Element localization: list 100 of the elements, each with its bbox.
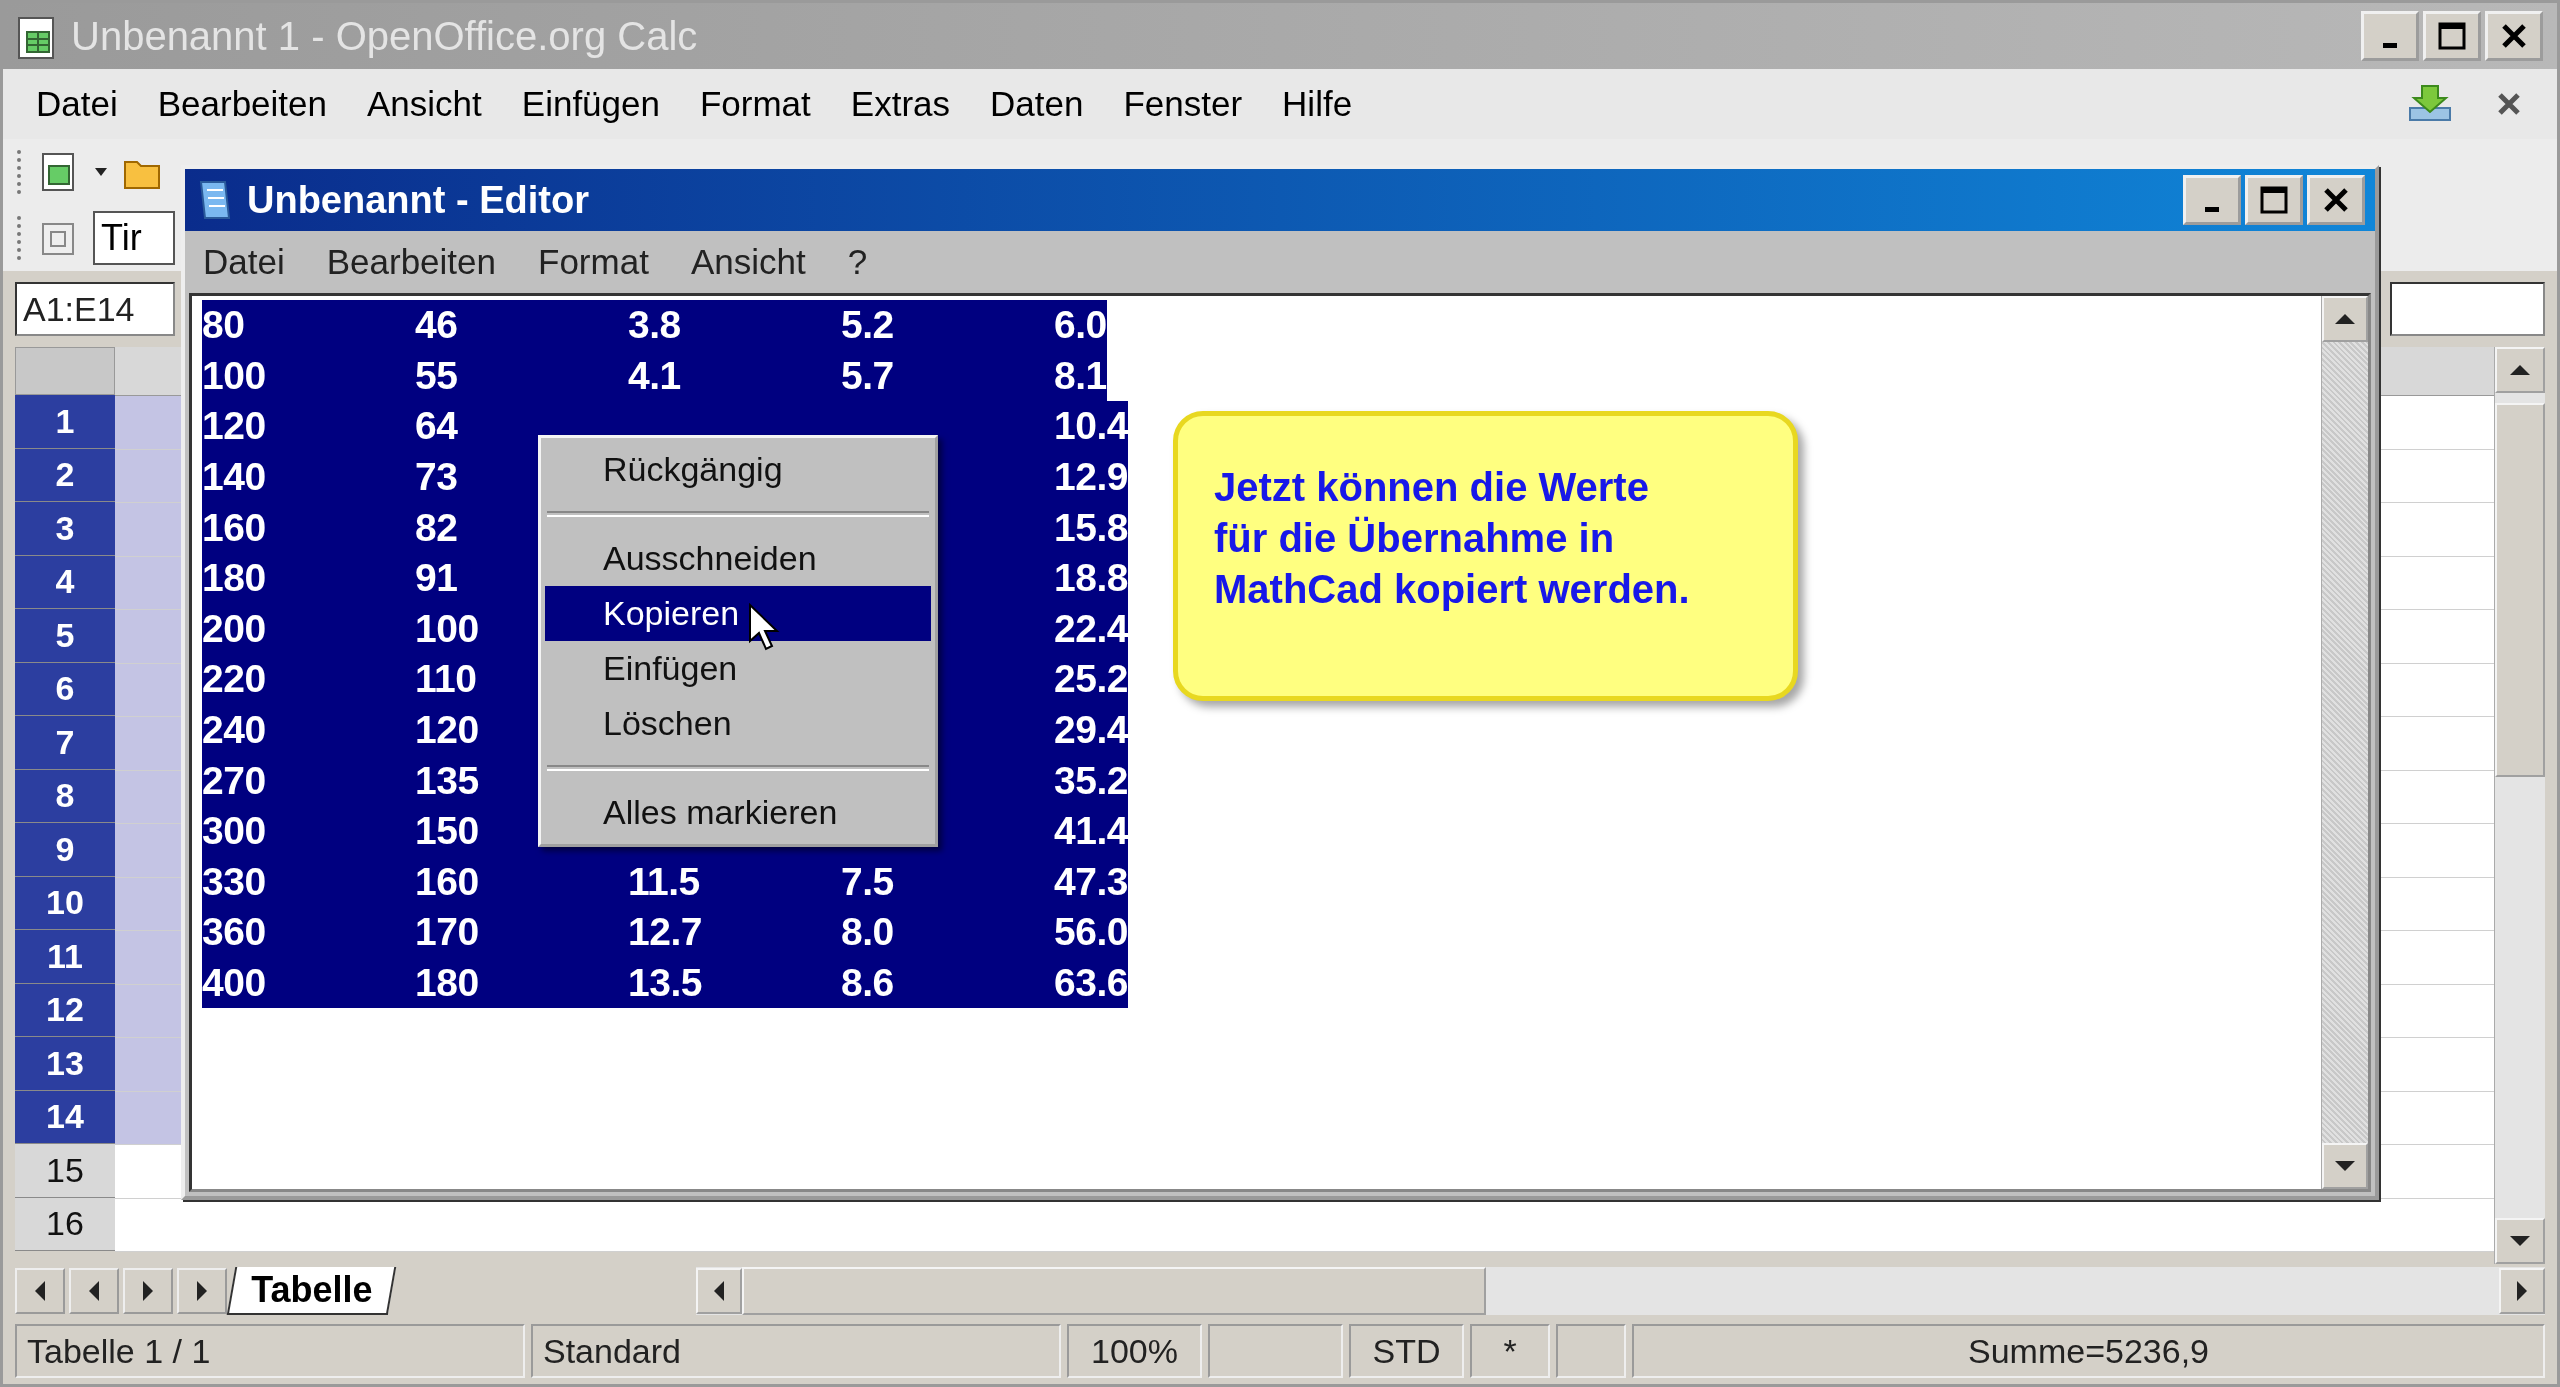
name-box[interactable]: A1:E14 — [15, 282, 175, 336]
last-sheet-button[interactable] — [177, 1268, 227, 1314]
row-header[interactable]: 14 — [15, 1090, 115, 1144]
first-sheet-button[interactable] — [15, 1268, 65, 1314]
right-arrow-icon — [143, 1281, 153, 1301]
row-header[interactable]: 8 — [15, 769, 115, 823]
maximize-button[interactable] — [2423, 11, 2481, 61]
text-value: 140 — [202, 455, 267, 500]
download-icon[interactable] — [2406, 84, 2454, 124]
text-value: 82 — [415, 505, 459, 550]
text-value: 56.0 — [1054, 910, 1128, 955]
horizontal-scrollbar[interactable] — [696, 1267, 2545, 1315]
menu-item[interactable]: Bearbeiten — [326, 242, 496, 282]
context-menu-item[interactable]: Rückgängig — [545, 442, 931, 497]
minimize-button[interactable] — [2183, 175, 2241, 225]
text-value: 15.8 — [1054, 505, 1128, 550]
text-value: 13.5 — [628, 961, 703, 1005]
vertical-scrollbar[interactable] — [2494, 347, 2545, 1264]
corner-cell[interactable] — [15, 347, 115, 395]
scroll-up-button[interactable] — [2322, 296, 2368, 342]
row-header[interactable]: 5 — [15, 609, 115, 663]
window-title: Unbenannt - Editor — [247, 178, 590, 222]
font-name-field[interactable]: Tir — [93, 211, 175, 265]
row-header[interactable]: 2 — [15, 448, 115, 502]
menu-item[interactable]: Extras — [850, 84, 951, 124]
status-sum: Summe=5236,9 — [1632, 1324, 2545, 1378]
previous-sheet-button[interactable] — [69, 1268, 119, 1314]
menu-item[interactable]: ? — [847, 242, 868, 282]
text-value: 6.0 — [1054, 303, 1107, 348]
vertical-scrollbar[interactable] — [2321, 296, 2368, 1189]
status-zoom: 100% — [1067, 1324, 1202, 1378]
menu-item[interactable]: Fenster — [1123, 84, 1243, 124]
text-value: 55 — [415, 353, 459, 398]
context-menu-item[interactable]: Einfügen — [545, 641, 931, 696]
context-menu-item[interactable]: Ausschneiden — [545, 531, 931, 586]
row-header[interactable]: 4 — [15, 555, 115, 609]
row-header[interactable]: 13 — [15, 1037, 115, 1091]
context-menu-item[interactable]: Löschen — [545, 696, 931, 751]
text-value: 360 — [202, 910, 267, 955]
row-header[interactable]: 15 — [15, 1144, 115, 1198]
text-value: 29.4 — [1054, 708, 1128, 753]
row-header[interactable]: 1 — [15, 395, 115, 449]
window-title: Unbenannt 1 - OpenOffice.org Calc — [71, 13, 699, 59]
status-page-style: Standard — [531, 1324, 1061, 1378]
maximize-button[interactable] — [2245, 175, 2303, 225]
next-sheet-button[interactable] — [123, 1268, 173, 1314]
scroll-left-button[interactable] — [696, 1268, 743, 1314]
menu-item[interactable]: Format — [538, 242, 649, 282]
dropdown-caret-icon[interactable] — [93, 166, 109, 178]
text-value: 240 — [202, 708, 267, 753]
context-menu-item[interactable]: Alles markieren — [545, 785, 931, 840]
scroll-thumb[interactable] — [2495, 403, 2545, 777]
menu-item[interactable]: Einfügen — [521, 84, 660, 124]
menu-item[interactable]: Format — [699, 84, 811, 124]
input-line-field[interactable] — [2390, 282, 2545, 336]
text-value: 180 — [202, 556, 267, 601]
row-header[interactable]: 7 — [15, 716, 115, 770]
context-menu-item[interactable]: Kopieren — [545, 586, 931, 641]
text-value: 160 — [415, 859, 480, 904]
close-button[interactable] — [2485, 11, 2543, 61]
row-header[interactable]: 6 — [15, 662, 115, 716]
scroll-right-button[interactable] — [2499, 1268, 2545, 1314]
text-value: 5.2 — [841, 303, 895, 348]
maximize-icon — [2259, 185, 2289, 215]
scroll-down-button[interactable] — [2495, 1218, 2545, 1264]
text-value: 160 — [202, 505, 267, 550]
menu-item[interactable]: Ansicht — [690, 242, 806, 282]
menu-item[interactable]: Hilfe — [1282, 84, 1353, 124]
scroll-down-button[interactable] — [2322, 1143, 2368, 1189]
scroll-up-button[interactable] — [2495, 347, 2545, 393]
menu-item[interactable]: Ansicht — [367, 84, 482, 124]
menu-item[interactable]: Datei — [36, 84, 118, 124]
row-header[interactable]: 11 — [15, 930, 115, 984]
row-header[interactable]: 9 — [15, 823, 115, 877]
text-value: 46 — [415, 303, 459, 348]
last-arrow-icon — [197, 1281, 207, 1301]
row-header[interactable]: 10 — [15, 876, 115, 930]
text-value: 35.2 — [1054, 758, 1128, 803]
text-value: 63.6 — [1054, 961, 1128, 1005]
text-value: 10.4 — [1054, 404, 1128, 449]
text-value: 200 — [202, 606, 267, 651]
minimize-button[interactable] — [2361, 11, 2419, 61]
scroll-thumb[interactable] — [742, 1267, 1487, 1315]
menu-item[interactable]: Bearbeiten — [157, 84, 327, 124]
sheet-tab[interactable]: Tabelle — [226, 1267, 397, 1315]
row-header[interactable]: 12 — [15, 983, 115, 1037]
down-arrow-icon — [2335, 1161, 2355, 1171]
text-value: 4.1 — [628, 353, 682, 398]
row-header[interactable]: 3 — [15, 502, 115, 556]
menu-item[interactable]: Datei — [203, 242, 285, 282]
text-value: 80 — [202, 303, 246, 348]
row-header[interactable]: 16 — [15, 1197, 115, 1251]
text-value: 180 — [415, 961, 480, 1005]
text-value: 11.5 — [628, 859, 701, 904]
text-value: 135 — [415, 758, 480, 803]
menu-item[interactable]: Daten — [990, 84, 1084, 124]
text-value: 47.3 — [1054, 859, 1128, 904]
text-value: 25.2 — [1054, 657, 1128, 702]
close-button[interactable] — [2307, 175, 2365, 225]
first-arrow-icon — [35, 1281, 45, 1301]
